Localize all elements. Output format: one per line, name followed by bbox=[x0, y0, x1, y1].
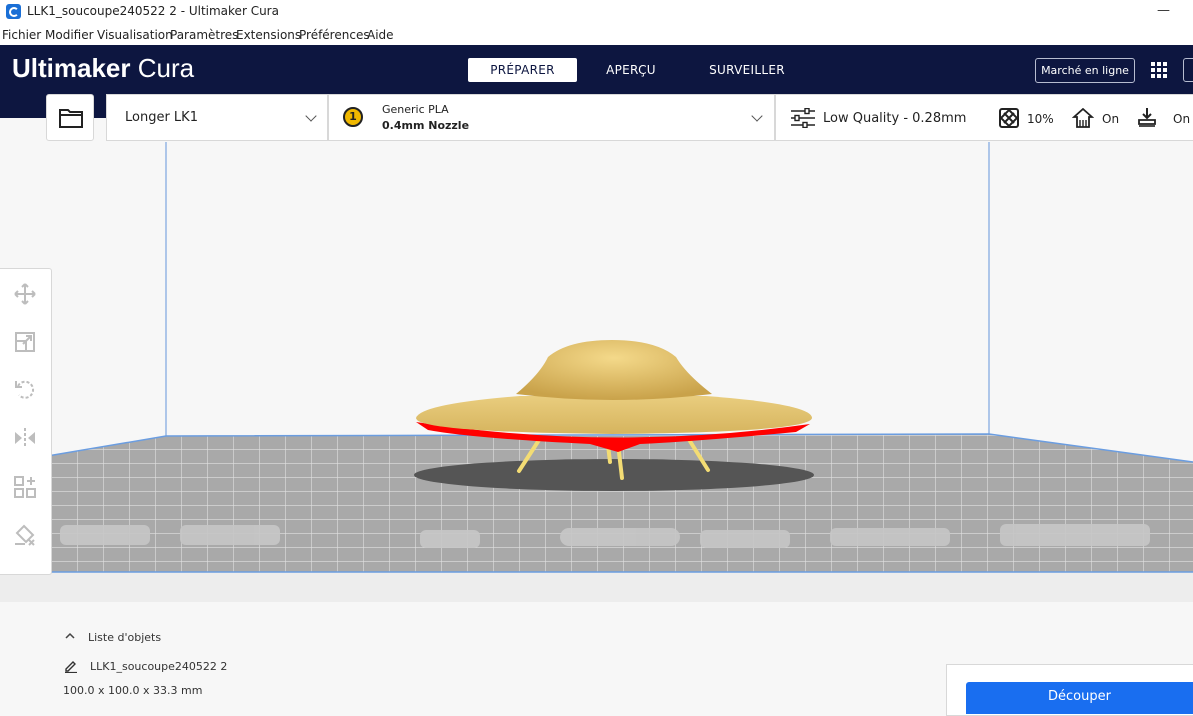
rotate-icon[interactable] bbox=[13, 377, 37, 401]
slice-button[interactable]: Découper bbox=[966, 682, 1193, 714]
per-model-settings-icon[interactable] bbox=[13, 475, 37, 499]
object-list: Liste d'objets LLK1_soucoupe240522 2 100… bbox=[0, 605, 900, 712]
menu-modifier[interactable]: Modifier bbox=[45, 28, 94, 42]
infill-value: 10% bbox=[1027, 112, 1054, 126]
printer-name: Longer LK1 bbox=[125, 110, 198, 125]
object-name[interactable]: LLK1_soucoupe240522 2 bbox=[90, 660, 227, 673]
account-button[interactable] bbox=[1183, 58, 1193, 82]
stage-tab-prepare[interactable]: PRÉPARER bbox=[468, 58, 577, 82]
support-icon bbox=[1072, 108, 1094, 128]
object-dimensions: 100.0 x 100.0 x 33.3 mm bbox=[63, 684, 203, 697]
menu-parametres[interactable]: Paramètres bbox=[170, 28, 238, 42]
adhesion-value: On bbox=[1173, 112, 1191, 126]
menu-preferences[interactable]: Préférences bbox=[299, 28, 370, 42]
scale-icon[interactable] bbox=[13, 330, 37, 354]
stage-tab-preview[interactable]: APERÇU bbox=[592, 58, 670, 82]
folder-icon bbox=[59, 109, 83, 128]
move-icon[interactable] bbox=[13, 282, 37, 306]
menu-bar: Fichier Modifier Visualisation Paramètre… bbox=[0, 25, 1193, 45]
marketplace-button[interactable]: Marché en ligne bbox=[1035, 58, 1135, 83]
chevron-up-icon[interactable] bbox=[64, 630, 76, 642]
3d-viewport[interactable] bbox=[0, 142, 1193, 602]
build-volume-scene bbox=[0, 142, 1193, 602]
minimize-button[interactable]: — bbox=[1157, 3, 1170, 18]
printer-selector[interactable]: Longer LK1 bbox=[106, 94, 328, 141]
nozzle-name: 0.4mm Nozzle bbox=[382, 119, 470, 132]
title-bar: LLK1_soucoupe240522 2 - Ultimaker Cura — bbox=[0, 0, 1193, 25]
quality-profile: Low Quality - 0.28mm bbox=[823, 111, 967, 126]
menu-aide[interactable]: Aide bbox=[367, 28, 394, 42]
object-list-header[interactable]: Liste d'objets bbox=[88, 631, 161, 644]
ultimaker-cura-logo: Ultimaker Cura bbox=[12, 53, 195, 83]
material-selector[interactable]: 1 Generic PLA 0.4mm Nozzle bbox=[328, 94, 775, 141]
cura-app-icon bbox=[6, 4, 21, 19]
mirror-icon[interactable] bbox=[13, 426, 37, 450]
adhesion-icon bbox=[1138, 108, 1156, 127]
menu-extensions[interactable]: Extensions bbox=[236, 28, 301, 42]
material-name: Generic PLA bbox=[382, 103, 449, 116]
sliders-icon bbox=[791, 108, 815, 128]
window-title: LLK1_soucoupe240522 2 - Ultimaker Cura bbox=[27, 4, 279, 18]
pencil-icon[interactable] bbox=[64, 659, 78, 673]
print-settings-selector[interactable]: Low Quality - 0.28mm 10% On On bbox=[775, 94, 1193, 141]
support-value: On bbox=[1102, 112, 1120, 126]
support-blocker-icon[interactable] bbox=[13, 524, 37, 548]
chevron-down-icon bbox=[751, 110, 763, 122]
infill-icon bbox=[999, 108, 1019, 128]
open-file-button[interactable] bbox=[46, 94, 94, 141]
chevron-down-icon bbox=[305, 110, 317, 122]
apps-grid-icon[interactable] bbox=[1151, 62, 1167, 78]
tool-panel bbox=[0, 268, 52, 575]
stage-tab-monitor[interactable]: SURVEILLER bbox=[700, 58, 794, 82]
main-toolbar: Longer LK1 1 Generic PLA 0.4mm Nozzle Lo… bbox=[0, 94, 1193, 142]
extruder-badge: 1 bbox=[343, 107, 363, 127]
menu-fichier[interactable]: Fichier bbox=[2, 28, 41, 42]
menu-visualisation[interactable]: Visualisation bbox=[97, 28, 173, 42]
